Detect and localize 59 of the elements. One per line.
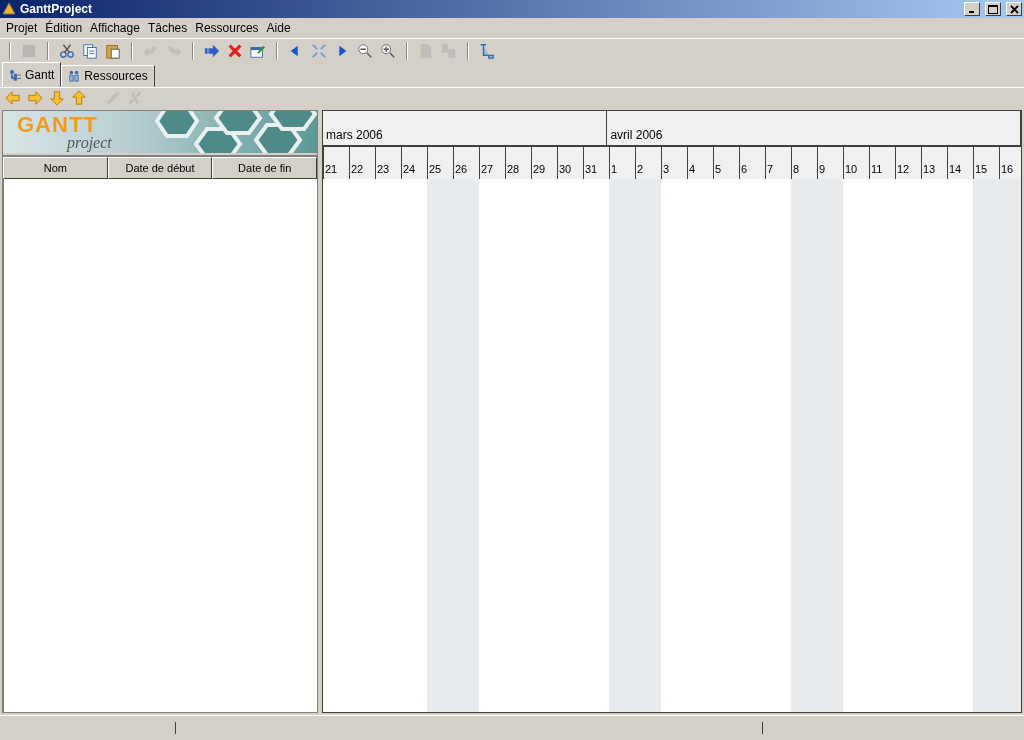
cut-icon	[59, 43, 75, 59]
column-header[interactable]: Date de fin	[212, 157, 317, 179]
day-header: 29	[531, 147, 557, 179]
day-header: 12	[895, 147, 921, 179]
column-header[interactable]: Date de début	[107, 157, 213, 179]
day-header: 13	[921, 147, 947, 179]
day-header: 14	[947, 147, 973, 179]
paste-icon	[105, 43, 121, 59]
maximize-icon	[988, 4, 998, 14]
day-header: 5	[713, 147, 739, 179]
app-icon	[2, 2, 16, 16]
day-header: 7	[765, 147, 791, 179]
arrow-right-icon	[204, 43, 220, 59]
people-icon	[68, 70, 81, 82]
menu-item[interactable]: Tâches	[143, 21, 192, 35]
month-header: mars 2006	[323, 111, 608, 145]
tab[interactable]: Gantt	[2, 62, 62, 87]
fit-icon	[311, 43, 327, 59]
toolbar-button[interactable]	[80, 41, 100, 61]
menu-item[interactable]: Projet	[2, 21, 42, 35]
arrow-down-icon	[49, 90, 65, 106]
edit-icon	[250, 43, 266, 59]
day-header: 31	[583, 147, 609, 179]
maximize-button[interactable]	[985, 2, 1001, 16]
menu-item[interactable]: Édition	[41, 21, 87, 35]
day-header: 22	[349, 147, 375, 179]
logo-subtitle: project	[67, 136, 112, 150]
menu-item[interactable]: Ressources	[191, 21, 263, 35]
day-header: 11	[869, 147, 895, 179]
column-header[interactable]: Nom	[3, 157, 108, 179]
minimize-button[interactable]	[964, 2, 980, 16]
day-header: 4	[687, 147, 713, 179]
menu-item[interactable]: Affichage	[86, 21, 144, 35]
zoom-in-icon	[380, 43, 396, 59]
logo-text: GANTT	[17, 114, 98, 136]
day-header: 30	[557, 147, 583, 179]
day-header: 27	[479, 147, 505, 179]
tree-icon	[9, 68, 21, 81]
day-header: 28	[505, 147, 531, 179]
day-header: 23	[375, 147, 401, 179]
hierarchy-icon	[479, 43, 495, 59]
menu-item[interactable]: Aide	[262, 21, 295, 35]
delete-icon	[227, 43, 243, 59]
day-header: 24	[401, 147, 427, 179]
window-title: GanttProject	[20, 2, 93, 16]
arrow-up-icon	[71, 90, 87, 106]
arrow-left-icon	[5, 90, 21, 106]
day-header: 21	[323, 147, 349, 179]
zoom-out-icon	[357, 43, 373, 59]
day-header: 6	[739, 147, 765, 179]
copy-icon	[82, 43, 98, 59]
close-icon	[1009, 4, 1019, 14]
day-header: 10	[843, 147, 869, 179]
tab[interactable]: Ressources	[61, 65, 155, 87]
month-header: avril 2006	[607, 111, 1021, 145]
save-icon	[21, 43, 37, 59]
arrow-right-icon	[27, 90, 43, 106]
day-header: 3	[661, 147, 687, 179]
close-button[interactable]	[1006, 2, 1022, 16]
